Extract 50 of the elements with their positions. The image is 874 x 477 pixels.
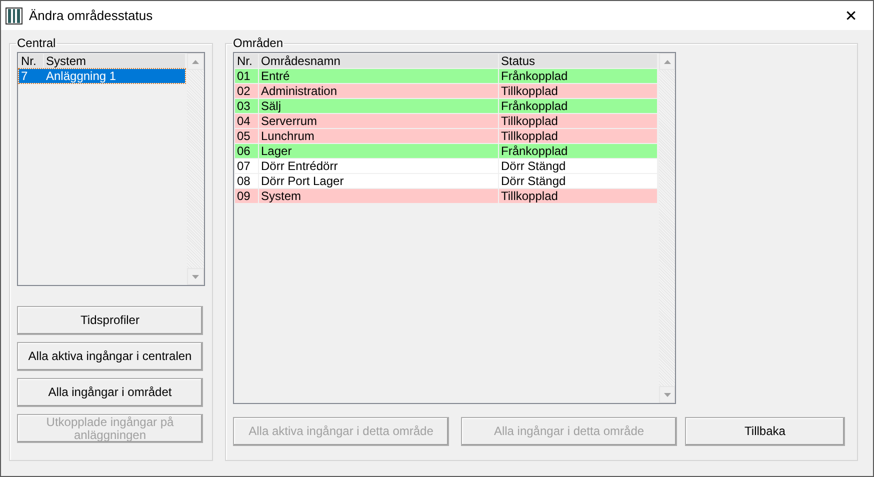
table-cell: Dörr Stängd: [499, 174, 657, 188]
table-cell: Frånkopplad: [499, 99, 657, 113]
row-number: 7: [20, 69, 29, 83]
scroll-up-icon[interactable]: [659, 53, 675, 70]
close-button[interactable]: ✕: [829, 1, 873, 30]
column-header[interactable]: Områdesnamn: [259, 54, 498, 68]
scroll-up-icon[interactable]: [187, 53, 204, 70]
scroll-down-icon[interactable]: [659, 386, 675, 403]
group-label: Områden: [232, 36, 284, 50]
column-header[interactable]: Nr.: [235, 54, 258, 68]
action-button[interactable]: Tillbaka: [685, 417, 845, 446]
table-cell: 01: [235, 69, 258, 83]
action-button[interactable]: Alla aktiva ingångar i centralen: [17, 342, 203, 371]
table-cell: Sälj: [259, 99, 498, 113]
table-cell: Entré: [259, 69, 498, 83]
table-cell: Dörr Entrédörr: [259, 159, 498, 173]
scroll-down-icon[interactable]: [187, 268, 204, 285]
scrollbar[interactable]: [186, 53, 204, 285]
column-header[interactable]: System: [44, 54, 185, 68]
table-cell: 07: [235, 159, 258, 173]
table-cell: 04: [235, 114, 258, 128]
table-cell: 02: [235, 84, 258, 98]
column-header[interactable]: Nr.: [19, 54, 43, 68]
table-cell: Lager: [259, 144, 498, 158]
group-label: Central: [16, 36, 57, 50]
column-header[interactable]: Status: [499, 54, 657, 68]
table-cell: 08: [235, 174, 258, 188]
window-title: Ändra områdesstatus: [29, 8, 154, 23]
table-cell: Lunchrum: [259, 129, 498, 143]
table-cell: Tillkopplad: [499, 84, 657, 98]
table-cell: 05: [235, 129, 258, 143]
table-cell: Tillkopplad: [499, 129, 657, 143]
table-cell: System: [259, 189, 498, 203]
table-cell: 09: [235, 189, 258, 203]
scrollbar[interactable]: [658, 53, 675, 403]
table-cell: 03: [235, 99, 258, 113]
table-cell: Tillkopplad: [499, 114, 657, 128]
list-row[interactable]: 7 Anläggning 1: [19, 69, 185, 83]
system-name: Anläggning 1: [45, 69, 118, 83]
app-icon: [5, 6, 23, 24]
action-button[interactable]: Alla ingångar i området: [17, 378, 203, 407]
table-cell: 06: [235, 144, 258, 158]
table-cell: Serverrum: [259, 114, 498, 128]
table-cell: Dörr Stängd: [499, 159, 657, 173]
action-button[interactable]: Tidsprofiler: [17, 306, 203, 335]
table-cell: Administration: [259, 84, 498, 98]
table-cell: Dörr Port Lager: [259, 174, 498, 188]
table-cell: Frånkopplad: [499, 69, 657, 83]
table-cell: Tillkopplad: [499, 189, 657, 203]
table-cell: Frånkopplad: [499, 144, 657, 158]
